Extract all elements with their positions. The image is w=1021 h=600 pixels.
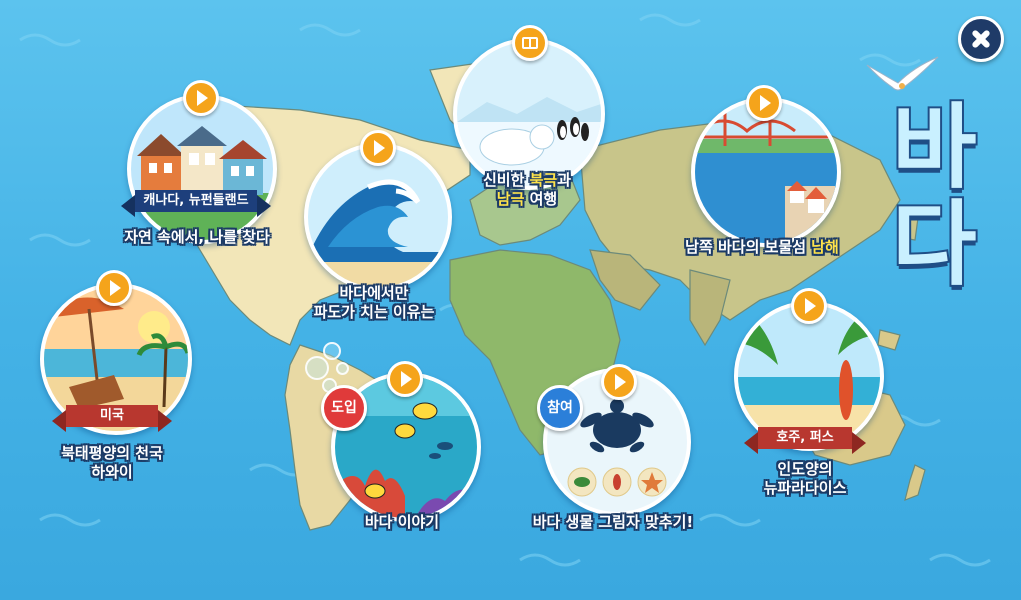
play-icon[interactable] [96,270,132,306]
play-icon[interactable] [360,130,396,166]
play-icon[interactable] [387,361,423,397]
hawaii-caption-line2: 하와이 [91,463,133,481]
perth-caption-line2: 뉴파라다이스 [763,479,847,497]
namhae-caption: 남쪽 바다의 보물섬 남해 [685,238,839,256]
bubble-decoration [336,362,349,375]
play-icon[interactable] [183,80,219,116]
wave-image [308,147,448,287]
polar-caption-line1: 신비한 북극과 [482,171,572,189]
close-button[interactable] [958,16,1004,62]
hawaii-ribbon: 미국 [52,405,172,432]
play-icon[interactable] [601,364,637,400]
title-char-da: 다 [890,191,979,298]
book-icon[interactable] [512,25,548,61]
polar-caption-line2: 남극 여행 [496,190,558,208]
surfboard-beach-image [738,305,880,447]
canada-caption: 자연 속에서, 나를 찾다 [124,228,270,246]
bubble-decoration [305,356,329,380]
new-zealand [904,464,926,501]
houses-image [131,98,273,240]
canada-thumbnail[interactable] [127,94,277,244]
hawaii-caption-line1: 북태평양의 천국 [61,444,163,462]
polar-bear-penguins-image [457,42,601,186]
bubble-decoration [323,342,341,360]
canada-ribbon: 캐나다, 뉴펀들랜드 [121,190,271,217]
perth-ribbon: 호주, 퍼스 [744,427,866,454]
bridge-island-image [695,101,837,243]
waves-caption-line1: 바다에서만 [339,284,409,302]
play-icon[interactable] [746,85,782,121]
title-char-ba: 바 [890,94,979,201]
story-caption: 바다 이야기 [364,513,440,531]
participate-badge: 참여 [537,385,583,431]
perth-caption-line1: 인도양의 [777,460,833,478]
play-icon[interactable] [791,288,827,324]
waves-caption-line2: 파도가 치는 이유는 [313,303,435,321]
shadow-match-caption: 바다 생물 그림자 맞추기! [532,513,694,531]
intro-badge: 도입 [321,385,367,431]
